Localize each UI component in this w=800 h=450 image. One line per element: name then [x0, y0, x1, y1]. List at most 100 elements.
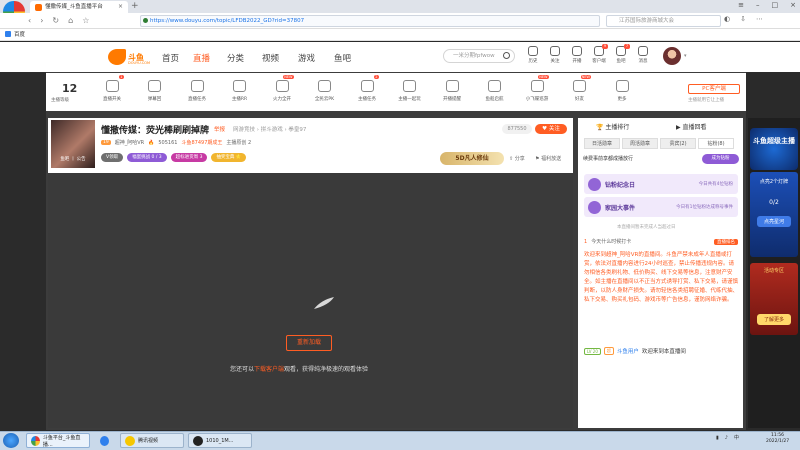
chevron-down-icon[interactable]: ▾: [684, 53, 687, 59]
nav-live[interactable]: 直播: [193, 52, 210, 64]
ime-icon[interactable]: 中: [734, 434, 739, 441]
download-client-link[interactable]: 下载客户端: [254, 366, 284, 373]
task-app[interactable]: [96, 433, 116, 448]
follow-button[interactable]: ♥ 关注: [535, 124, 567, 134]
toolbar-item[interactable]: NEW 小飞碟巡游: [520, 75, 554, 102]
bell-icon: [638, 46, 648, 56]
system-tray: ▮ ♪ 中: [716, 434, 739, 442]
volume-icon[interactable]: ♪: [725, 435, 728, 441]
favorite-icon[interactable]: ☆: [82, 16, 89, 25]
chat-username[interactable]: 斗鱼用户: [617, 347, 639, 355]
fishbar-tool[interactable]: 7 鱼吧: [610, 44, 632, 64]
maximize-icon[interactable]: □: [772, 1, 779, 9]
toolbar-item-icon: [445, 80, 459, 92]
ad-title: 点亮2个灯牌: [759, 179, 789, 185]
light-up-ad[interactable]: 点亮2个灯牌 0/2 点亮星河: [750, 172, 798, 257]
toolbar-item[interactable]: 1 直播开关: [95, 75, 129, 102]
side-hint: 本直播间暂未完成人当超过日: [617, 225, 676, 230]
bookmark-baidu[interactable]: 百度: [5, 30, 25, 38]
anchor-meta[interactable]: 斗鱼87497期成王: [181, 139, 222, 146]
clock[interactable]: 11:56 2022/1/27: [766, 433, 789, 445]
pc-client-button[interactable]: PC客户端: [688, 84, 740, 94]
close-tab-icon[interactable]: ×: [118, 1, 123, 13]
5d-game-banner[interactable]: 5D凡人修仙: [440, 152, 504, 165]
browser-tab[interactable]: 懂撒传媒_斗鱼直播平台 ×: [30, 1, 128, 13]
forward-icon[interactable]: ›: [40, 16, 43, 25]
nav-game[interactable]: 游戏: [298, 52, 315, 64]
home-icon[interactable]: ⌂: [68, 16, 73, 25]
follow-tool[interactable]: 关注: [544, 46, 566, 64]
close-window-icon[interactable]: ×: [790, 1, 796, 9]
history-tool[interactable]: 历史: [522, 46, 544, 64]
client-tool[interactable]: 9 客户端: [588, 44, 610, 64]
toolbar-item[interactable]: 2 主播任务: [350, 75, 384, 102]
anchor-name[interactable]: 超神_阿哈VR: [115, 139, 144, 146]
toolbar-item[interactable]: 直播任务: [180, 80, 214, 102]
diamond-anniversary-card[interactable]: 钻粉纪念日 今日共有4位钻粉: [584, 174, 738, 194]
subtab-daily[interactable]: 日活勋章: [584, 138, 620, 149]
room-tag-pill[interactable]: V领取: [101, 153, 124, 162]
menu-icon[interactable]: ≡: [738, 1, 744, 9]
message-tool[interactable]: 消息: [632, 46, 654, 64]
back-icon[interactable]: ‹: [28, 16, 31, 25]
event-ad[interactable]: 活动专区 了解更多: [750, 263, 798, 335]
reload-icon[interactable]: ↻: [52, 16, 59, 25]
minimize-icon[interactable]: –: [756, 1, 760, 9]
toolbar-item[interactable]: 弹幕回: [138, 80, 172, 102]
toolbar-item[interactable]: 更多: [605, 80, 639, 102]
share-button[interactable]: ⇪ 分享: [509, 155, 525, 162]
search-icon[interactable]: [503, 52, 510, 59]
room-tag-pill[interactable]: 超标进货周 3: [170, 153, 208, 162]
become-diamond-button[interactable]: 成为钻粉: [702, 154, 739, 164]
toolbar-item[interactable]: 主播RR: [223, 80, 257, 102]
nav-fishbar[interactable]: 鱼吧: [334, 52, 351, 64]
toolbar-item[interactable]: 主播一起玩: [393, 80, 427, 102]
toolbar-item-label: 直播任务: [188, 97, 206, 102]
reload-video-button[interactable]: 重新加载: [286, 335, 332, 351]
super-anchor-ad[interactable]: 斗鱼超级主播: [750, 128, 798, 170]
toolbar-item[interactable]: 开播提醒: [435, 80, 469, 102]
douyu-logo[interactable]: 斗鱼 DOUYU.COM: [108, 46, 150, 68]
toolbar-item[interactable]: NEW 火力全开: [265, 75, 299, 102]
fishbar-badge: 7: [624, 44, 630, 49]
subtab-diamond[interactable]: 钻粉(8): [698, 138, 734, 149]
report-link[interactable]: 举报: [214, 125, 225, 133]
task-recorder[interactable]: 1010_1M...: [188, 433, 252, 448]
download-icon[interactable]: ⇩: [740, 15, 746, 23]
browser-nav-buttons: ‹ › ↻ ⌂ ☆: [28, 16, 89, 25]
anchor-level-number: 12: [62, 82, 78, 95]
start-icon[interactable]: [3, 433, 19, 448]
tab-anchor-rank[interactable]: 🏆 主播排行: [596, 122, 629, 131]
nav-home[interactable]: 首页: [162, 52, 179, 64]
subtab-weekly[interactable]: 周活勋章: [622, 138, 658, 149]
rank-button[interactable]: 直播排名: [714, 238, 738, 245]
tab-title: 懂撒传媒_斗鱼直播平台: [45, 4, 103, 10]
thumbnail-caption[interactable]: 鱼吧 丨 公告: [51, 156, 95, 162]
room-category[interactable]: 网游竞技 › 拼斗游戏 › 拳皇97: [233, 125, 306, 133]
start-live-tool[interactable]: 开播: [566, 46, 588, 64]
new-tab-icon[interactable]: +: [131, 1, 139, 11]
toolbar-item-label: 主播RR: [231, 97, 248, 102]
room-tag-pill[interactable]: 福蛋挑战 0 / 3: [127, 153, 167, 162]
toolbar-item[interactable]: 全民云PK: [308, 80, 342, 102]
toolbar-item-icon: [190, 80, 204, 92]
user-avatar[interactable]: [663, 47, 681, 65]
room-tag-pill[interactable]: 抽奖宝典 ⭐: [211, 153, 247, 162]
task-browser[interactable]: 斗鱼平台_斗鱼直播...: [26, 433, 90, 448]
network-icon[interactable]: ▮: [716, 435, 719, 441]
more-icon[interactable]: ⋯: [756, 15, 763, 23]
toolbar-item-label: 更多: [617, 97, 627, 102]
video-player[interactable]: [48, 173, 573, 428]
toolbar-item[interactable]: NEW 好友: [563, 75, 597, 102]
browser-search-input[interactable]: 江苏国际旅游商城大会: [606, 15, 721, 27]
subtab-vip[interactable]: 贵宾(2): [660, 138, 696, 149]
nav-video[interactable]: 视频: [262, 52, 279, 64]
task-video[interactable]: 腾讯视频: [120, 433, 184, 448]
home-event-card[interactable]: 家园大事件 今日有1位钻粉达成称号事件: [584, 197, 738, 217]
url-input[interactable]: https://www.douyu.com/topic/LFDB2022_GD?…: [140, 15, 600, 27]
toolbar-item[interactable]: 鱼船启航: [478, 80, 512, 102]
extension-icon[interactable]: ◐: [724, 15, 730, 23]
nav-category[interactable]: 分类: [227, 52, 244, 64]
tab-replay[interactable]: ▶ 直播回看: [676, 122, 707, 131]
welfare-button[interactable]: ⚑ 福利放送: [535, 155, 561, 162]
